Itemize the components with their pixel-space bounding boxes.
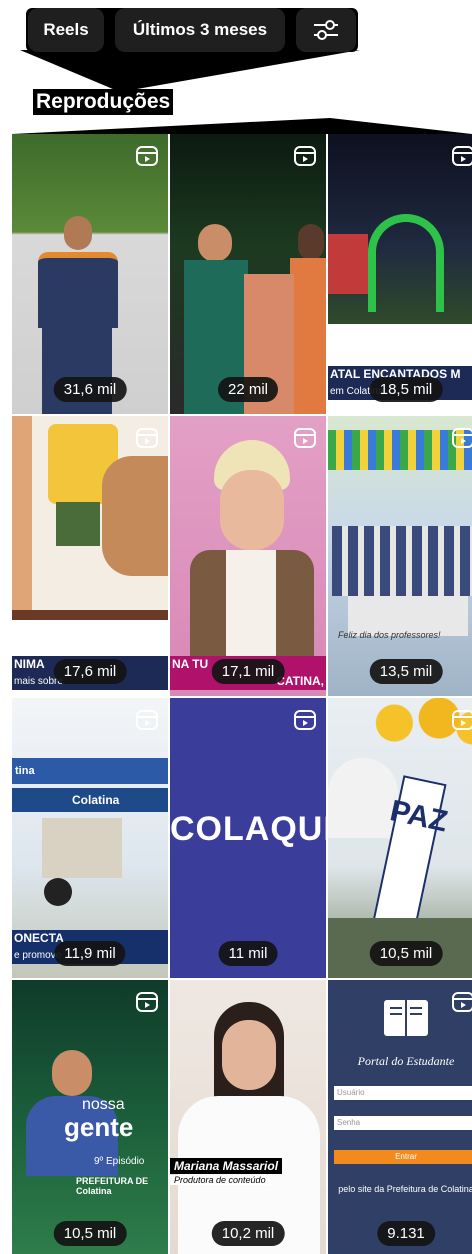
reel-icon [294, 710, 316, 730]
reel-thumbnail: Portal do Estudante Usuário Senha Entrar… [328, 980, 472, 1254]
reel-tile[interactable]: COLAQUI 11 mil [170, 698, 326, 978]
reel-tile[interactable]: 22 mil [170, 134, 326, 414]
view-count: 17,6 mil [53, 659, 127, 684]
reel-thumbnail: tina Colatina [12, 758, 168, 918]
reel-icon [452, 428, 472, 448]
reel-icon [136, 992, 158, 1012]
reels-grid: 31,6 mil 22 mil ATAL ENCANTADOS M em Col… [12, 134, 472, 1254]
reel-thumbnail: nossa gente 9º Episódio PREFEITURA DE Co… [12, 980, 168, 1254]
section-title: Reproduções [33, 89, 174, 115]
presenter-name: Mariana Massariol [170, 1158, 283, 1174]
reel-icon [452, 992, 472, 1012]
book-icon [384, 1000, 428, 1036]
view-count: 10,2 mil [211, 1221, 285, 1246]
top-bar: Reels Últimos 3 meses Reproduções [0, 0, 472, 140]
login-button: Entrar [334, 1150, 472, 1164]
reel-icon [136, 428, 158, 448]
portal-title: Portal do Estudante [357, 1054, 455, 1068]
view-count: 31,6 mil [53, 377, 127, 402]
video-caption: Feliz dia dos professores! [338, 630, 441, 640]
reel-tile[interactable]: nossa gente 9º Episódio PREFEITURA DE Co… [12, 980, 168, 1254]
sliders-icon [314, 20, 338, 40]
reel-tile[interactable]: ATAL ENCANTADOS M em Colatina 18,5 mil [328, 134, 472, 414]
reel-icon [136, 710, 158, 730]
episode-label: 9º Episódio [94, 1156, 145, 1167]
filter-settings-button[interactable] [296, 8, 356, 52]
colaqui-logo: COLAQUI [170, 810, 326, 848]
reel-icon [452, 146, 472, 166]
view-count: 9.131 [377, 1221, 435, 1246]
reel-icon [136, 146, 158, 166]
reel-tile[interactable]: 31,6 mil [12, 134, 168, 414]
period-filter-chip[interactable]: Últimos 3 meses [115, 8, 285, 52]
reel-tile[interactable]: PAZ 10,5 mil [328, 698, 472, 978]
reel-tile[interactable]: Feliz dia dos professores! 13,5 mil [328, 416, 472, 696]
password-field: Senha [334, 1116, 472, 1130]
reel-thumbnail [186, 440, 316, 656]
reel-tile[interactable]: NIMA mais sobre 17,6 mil [12, 416, 168, 696]
reel-thumbnail: Mariana Massariol Produtora de conteúdo [170, 980, 326, 1254]
view-count: 11,9 mil [54, 941, 126, 966]
view-count: 11 mil [218, 941, 278, 966]
presenter-role: Produtora de conteúdo [170, 1175, 270, 1185]
reel-tile[interactable]: NA TU CATINA, 17,1 mil [170, 416, 326, 696]
reel-icon [294, 146, 316, 166]
username-field: Usuário [334, 1086, 472, 1100]
reel-thumbnail [328, 134, 472, 324]
nossa-gente-logo-bold: gente [64, 1112, 134, 1142]
view-count: 22 mil [217, 377, 279, 402]
prefeitura-link: pelo site da Prefeitura de Colatina [338, 1184, 472, 1194]
view-count: 17,1 mil [211, 659, 285, 684]
reel-tile[interactable]: tina Colatina ONECTA e promove 11,9 mil [12, 698, 168, 978]
view-count: 18,5 mil [369, 377, 443, 402]
reels-filter-chip[interactable]: Reels [28, 8, 104, 52]
reel-icon [452, 710, 472, 730]
reel-thumbnail: Feliz dia dos professores! [328, 416, 472, 696]
view-count: 10,5 mil [369, 941, 443, 966]
prefeitura-logo: PREFEITURA DE Colatina [76, 1176, 149, 1196]
reel-thumbnail: PAZ [328, 698, 472, 978]
reel-icon [294, 428, 316, 448]
view-count: 10,5 mil [53, 1221, 127, 1246]
reel-tile[interactable]: Portal do Estudante Usuário Senha Entrar… [328, 980, 472, 1254]
view-count: 13,5 mil [369, 659, 443, 684]
reel-tile[interactable]: Mariana Massariol Produtora de conteúdo … [170, 980, 326, 1254]
